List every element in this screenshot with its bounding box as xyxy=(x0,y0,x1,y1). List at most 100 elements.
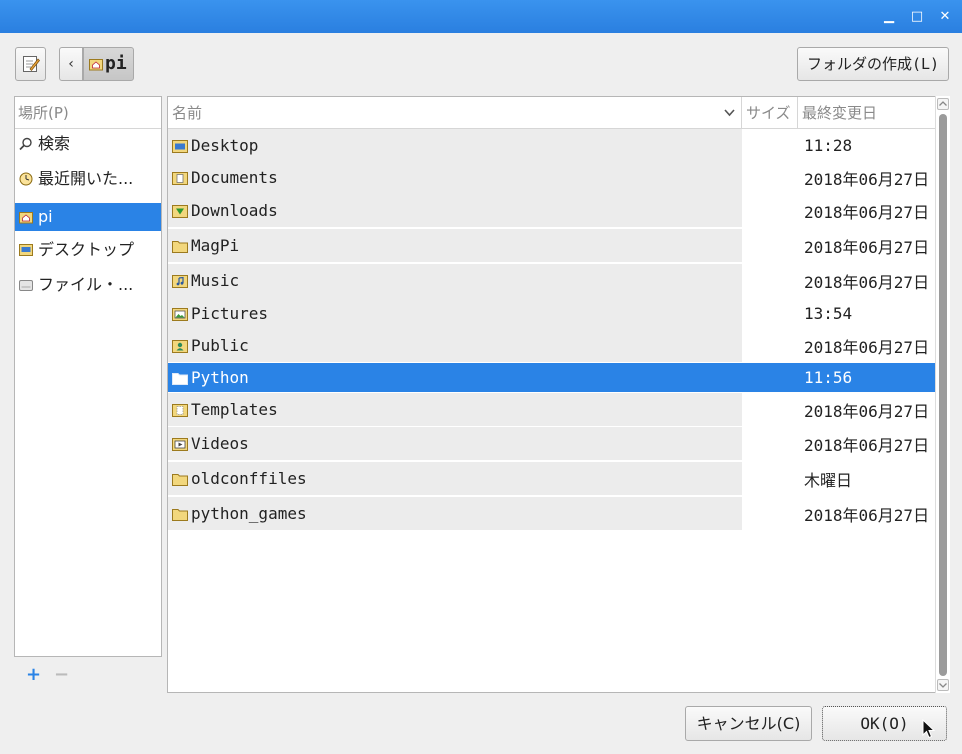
file-name-cell: oldconffiles xyxy=(168,462,742,495)
cancel-button[interactable]: キャンセル(C) xyxy=(685,706,812,741)
ok-label: OK(O) xyxy=(860,714,909,733)
recent-icon xyxy=(19,172,33,186)
column-header-size[interactable]: サイズ xyxy=(742,97,798,129)
file-row[interactable]: Templates 2018年06月27日 xyxy=(168,393,936,426)
close-icon: ✕ xyxy=(939,9,951,24)
file-name: Music xyxy=(191,271,240,290)
pictures-folder-icon xyxy=(172,307,188,321)
places-header: 場所(P) xyxy=(15,97,161,129)
minimize-icon: ▁ xyxy=(884,9,894,24)
file-modified: 13:54 xyxy=(804,304,853,323)
file-name-cell: Desktop xyxy=(168,129,742,162)
column-header-label: サイズ xyxy=(746,104,791,122)
add-bookmark-button[interactable]: + xyxy=(26,666,41,684)
file-modified: 2018年06月27日 xyxy=(804,401,930,421)
path-crumb-label: pi xyxy=(105,53,127,74)
desktop-icon xyxy=(19,244,33,256)
cancel-label: キャンセル(C) xyxy=(696,714,801,733)
file-modified: 11:56 xyxy=(804,368,853,387)
file-name: Documents xyxy=(191,168,278,187)
file-row[interactable]: Videos 2018年06月27日 xyxy=(168,427,936,460)
folder-icon xyxy=(172,372,188,385)
scroll-up-button[interactable] xyxy=(937,98,949,110)
file-modified: 木曜日 xyxy=(804,470,853,490)
desktop-folder-icon xyxy=(172,139,188,153)
home-folder-icon xyxy=(19,212,33,224)
file-name-cell: MagPi xyxy=(168,229,742,262)
file-name: Public xyxy=(191,336,249,355)
create-folder-label: フォルダの作成(L) xyxy=(806,55,940,73)
sidebar-item-recent[interactable]: 最近開いた... xyxy=(15,165,161,193)
sidebar-item-filesystem[interactable]: ファイル・... xyxy=(15,271,161,299)
column-header-label: 最終変更日 xyxy=(802,104,878,122)
file-name: Desktop xyxy=(191,136,259,155)
column-header-name[interactable]: 名前 xyxy=(168,97,742,129)
file-name-cell: Pictures xyxy=(168,297,742,330)
sidebar-item-home[interactable]: pi xyxy=(15,203,161,231)
file-name: Templates xyxy=(191,400,278,419)
file-list-scrollbar[interactable] xyxy=(935,96,950,693)
file-row[interactable]: Music 2018年06月27日 xyxy=(168,264,936,297)
file-list: 名前 サイズ 最終変更日 Desktop 11:28 Documents 201… xyxy=(167,96,950,693)
home-folder-icon xyxy=(89,59,103,71)
file-name-cell: Public xyxy=(168,329,742,362)
scroll-down-button[interactable] xyxy=(937,679,949,691)
chevron-left-icon: ‹ xyxy=(68,56,74,72)
templates-folder-icon xyxy=(172,403,188,417)
sidebar-item-label: 最近開いた... xyxy=(38,169,134,188)
music-folder-icon xyxy=(172,274,188,288)
column-header-label: 名前 xyxy=(172,104,203,122)
places-sidebar: 場所(P) 検索 最近開いた... pi デスクトップ ファイル・... xyxy=(14,96,162,657)
file-row[interactable]: Public 2018年06月27日 xyxy=(168,329,936,362)
sort-descending-icon xyxy=(724,109,735,117)
file-name-cell: Videos xyxy=(168,427,742,460)
file-row[interactable]: MagPi 2018年06月27日 xyxy=(168,229,936,262)
minimize-button[interactable]: ▁ xyxy=(880,9,898,25)
file-modified: 2018年06月27日 xyxy=(804,202,930,222)
path-back-button[interactable]: ‹ xyxy=(59,47,83,81)
file-name-cell: python_games xyxy=(168,497,742,530)
file-name-cell: Music xyxy=(168,264,742,297)
file-name: Pictures xyxy=(191,304,269,323)
file-modified: 2018年06月27日 xyxy=(804,237,930,257)
file-name: Videos xyxy=(191,434,249,453)
file-name: MagPi xyxy=(191,236,240,255)
scroll-thumb[interactable] xyxy=(939,114,947,676)
file-row[interactable]: oldconffiles 木曜日 xyxy=(168,462,936,495)
file-modified: 2018年06月27日 xyxy=(804,169,930,189)
close-button[interactable]: ✕ xyxy=(936,9,954,25)
drive-icon xyxy=(19,280,33,291)
edit-icon xyxy=(23,56,40,72)
file-row[interactable]: Pictures 13:54 xyxy=(168,297,936,330)
file-name: Python xyxy=(191,368,249,387)
documents-folder-icon xyxy=(172,171,188,185)
file-row[interactable]: Downloads 2018年06月27日 xyxy=(168,194,936,227)
path-crumb-pi[interactable]: pi xyxy=(83,47,134,81)
maximize-button[interactable]: □ xyxy=(908,9,926,25)
create-folder-button[interactable]: フォルダの作成(L) xyxy=(797,47,949,81)
maximize-icon: □ xyxy=(910,9,924,24)
downloads-folder-icon xyxy=(172,204,188,218)
folder-icon xyxy=(172,473,188,486)
file-name-cell: Downloads xyxy=(168,194,742,227)
edit-location-button[interactable] xyxy=(15,47,46,81)
public-folder-icon xyxy=(172,339,188,353)
remove-bookmark-button[interactable]: − xyxy=(54,666,69,684)
file-name: Downloads xyxy=(191,201,278,220)
sidebar-item-label: ファイル・... xyxy=(38,275,134,294)
file-row[interactable]: Desktop 11:28 xyxy=(168,129,936,162)
sidebar-item-search[interactable]: 検索 xyxy=(15,130,161,158)
file-name: python_games xyxy=(191,504,307,523)
file-row[interactable]: Documents 2018年06月27日 xyxy=(168,161,936,194)
mouse-pointer-icon xyxy=(922,719,936,739)
file-row[interactable]: Python 11:56 xyxy=(168,363,936,392)
file-name-cell: Documents xyxy=(168,161,742,194)
file-name-cell: Templates xyxy=(168,393,742,426)
column-header-modified[interactable]: 最終変更日 xyxy=(798,97,936,129)
sidebar-item-desktop[interactable]: デスクトップ xyxy=(15,236,161,264)
file-name-cell: Python xyxy=(168,363,742,392)
folder-icon xyxy=(172,240,188,253)
file-row[interactable]: python_games 2018年06月27日 xyxy=(168,497,936,530)
file-modified: 2018年06月27日 xyxy=(804,435,930,455)
sidebar-item-label: pi xyxy=(38,207,53,226)
